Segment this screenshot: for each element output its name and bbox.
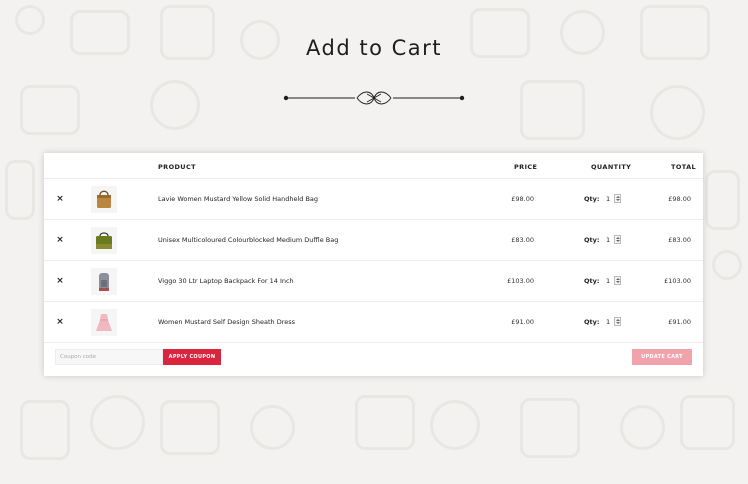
- dress-icon[interactable]: [91, 309, 117, 336]
- product-price: £103.00: [507, 277, 534, 285]
- remove-item-button[interactable]: ×: [55, 235, 65, 245]
- cart-row: × Unisex Multicoloured Colourblocked Med…: [44, 220, 703, 261]
- quantity-stepper[interactable]: [614, 276, 621, 285]
- line-total: £83.00: [668, 236, 691, 244]
- header-total: TOTAL: [671, 163, 697, 171]
- quantity-stepper[interactable]: [614, 317, 621, 326]
- quantity-input[interactable]: 1: [606, 318, 610, 326]
- product-price: £91.00: [511, 318, 534, 326]
- update-cart-button[interactable]: UPDATE CART: [632, 349, 692, 365]
- remove-item-button[interactable]: ×: [55, 276, 65, 286]
- header-price: PRICE: [514, 163, 538, 171]
- qty-label: Qty:: [584, 277, 600, 285]
- line-total: £91.00: [668, 318, 691, 326]
- quantity-stepper[interactable]: [614, 194, 621, 203]
- cart-table: PRODUCT PRICE QUANTITY TOTAL × Lavie Wom…: [44, 153, 703, 376]
- coupon-code-input[interactable]: [55, 349, 163, 365]
- quantity-input[interactable]: 1: [606, 277, 610, 285]
- qty-label: Qty:: [584, 318, 600, 326]
- backpack-icon[interactable]: [91, 268, 117, 295]
- cart-row: × Women Mustard Self Design Sheath Dress…: [44, 302, 703, 343]
- product-name[interactable]: Unisex Multicoloured Colourblocked Mediu…: [158, 236, 338, 244]
- cart-row: × Lavie Women Mustard Yellow Solid Handh…: [44, 179, 703, 220]
- qty-label: Qty:: [584, 195, 600, 203]
- product-name[interactable]: Viggo 30 Ltr Laptop Backpack For 14 Inch: [158, 277, 294, 285]
- line-total: £103.00: [664, 277, 691, 285]
- cart-header-row: PRODUCT PRICE QUANTITY TOTAL: [44, 153, 703, 179]
- divider-ornament-icon: [283, 91, 465, 105]
- remove-item-button[interactable]: ×: [55, 317, 65, 327]
- quantity-stepper[interactable]: [614, 235, 621, 244]
- page-title: Add to Cart: [306, 36, 442, 60]
- product-price: £98.00: [511, 195, 534, 203]
- quantity-input[interactable]: 1: [606, 236, 610, 244]
- quantity-input[interactable]: 1: [606, 195, 610, 203]
- product-name[interactable]: Lavie Women Mustard Yellow Solid Handhel…: [158, 195, 318, 203]
- product-name[interactable]: Women Mustard Self Design Sheath Dress: [158, 318, 295, 326]
- cart-row: × Viggo 30 Ltr Laptop Backpack For 14 In…: [44, 261, 703, 302]
- product-price: £83.00: [511, 236, 534, 244]
- line-total: £98.00: [668, 195, 691, 203]
- header-quantity: QUANTITY: [591, 163, 632, 171]
- handbag-icon[interactable]: [91, 186, 117, 213]
- remove-item-button[interactable]: ×: [55, 194, 65, 204]
- header-product: PRODUCT: [158, 163, 196, 171]
- qty-label: Qty:: [584, 236, 600, 244]
- duffle-bag-icon[interactable]: [91, 227, 117, 254]
- apply-coupon-button[interactable]: APPLY COUPON: [163, 349, 221, 365]
